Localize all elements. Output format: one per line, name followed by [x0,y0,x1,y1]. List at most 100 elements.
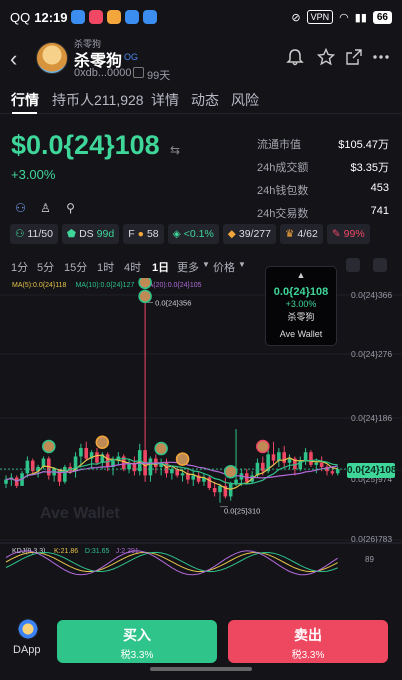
caret-up-icon[interactable]: ▲ [266,270,336,280]
tab-market[interactable]: 行情 [11,90,39,110]
holders-icon: ⚇ [15,228,25,240]
candle [14,477,19,486]
app-icon [143,10,158,24]
candle [57,469,62,482]
chip-extra: 58 [146,228,159,240]
chip-text: F [128,228,135,240]
timeframe-5m[interactable]: 5分 [37,259,54,275]
buy-label: 买入 [123,627,151,643]
candle [191,475,196,480]
timeframe-15m[interactable]: 15分 [64,259,87,275]
more-icon[interactable] [372,48,390,66]
timeframe-4h[interactable]: 4时 [124,259,141,275]
tab-holders[interactable]: 持币人211,928 [52,90,144,110]
user-icon[interactable]: ⚇ [12,200,29,217]
candle [218,485,222,493]
trophy-chip[interactable]: ♛ 4/62 [280,224,323,244]
trader-avatar-icon [138,278,152,290]
chip-text: DS [79,228,94,240]
holders-chip[interactable]: ⚇ 11/50 [10,224,58,244]
timeframe-1d[interactable]: 1日 [152,259,169,275]
candle [282,452,286,463]
chip-text: 11/50 [27,228,53,240]
swap-icon[interactable]: ⇆ [170,143,180,157]
f-chip[interactable]: F ● 58 [123,224,164,244]
tab-risk[interactable]: 风险 [231,90,259,110]
high-label: 0.0{24}356 [155,298,191,307]
chevron-left-icon[interactable]: ‹ [10,46,17,72]
ds-chip[interactable]: ⬟ DS 99d [61,224,120,244]
calendar-icon [133,67,144,78]
signal-icon: ▮▮ [354,11,367,24]
price-toggle[interactable]: 价格 [213,259,235,275]
indicator-icon[interactable] [346,258,360,272]
chip-text: 39/277 [238,228,271,240]
app-icon [71,10,86,24]
price-tooltip: ▲ 0.0{24}108 +3.00% 杀零狗 Ave Wallet [265,266,337,346]
stat-row: 24h钱包数 453 [257,182,389,205]
sell-button[interactable]: 卖出 税3.3% [228,620,388,663]
candle [303,452,308,461]
trader-avatar-icon [42,439,56,454]
star-icon[interactable] [317,48,335,66]
candle [271,454,276,461]
app-icon [125,10,140,24]
price-axis-label: 0.0{24}276 [351,349,392,359]
trophy-icon: ♛ [285,228,295,240]
buy-button[interactable]: 买入 税3.3% [57,620,217,663]
stat-label: 24h钱包数 [257,185,309,197]
low-label: 0.0{25}310 [224,507,260,516]
time-label: 12:19 [34,9,68,25]
penguin-icon[interactable]: ♙ [37,200,54,217]
bag-chip[interactable]: ◆ 39/277 [222,224,276,244]
kdj-axis-label: 89 [365,555,374,564]
settings-icon[interactable] [373,258,387,272]
tab-activity[interactable]: 动态 [191,90,219,110]
candle [30,460,35,472]
tab-details[interactable]: 详情 [151,90,179,110]
market-stats: 流通市值 $105.47万 24h成交额 $3.35万 24h钱包数 453 2… [257,136,389,228]
search-icon[interactable]: ⚲ [62,200,79,217]
timeframe-1m[interactable]: 1分 [11,259,28,275]
home-indicator [150,667,252,671]
price-axis-label: 0.0{24}186 [351,413,392,423]
candle [277,452,281,461]
token-price: $0.0{24}108 [11,130,160,160]
coin-icon: ● [137,228,144,240]
sell-label: 卖出 [294,627,322,643]
kdj-legend: K:21.86 [54,548,78,555]
candle [105,454,110,467]
bag-icon: ◆ [227,228,236,240]
layers-chip[interactable]: ◈ <0.1% [167,224,219,244]
stat-value: $105.47万 [338,139,389,151]
stat-value: 741 [370,205,389,217]
candle [261,462,265,472]
active-tab-indicator [12,112,37,114]
dev-chip[interactable]: ✎ 99% [326,224,370,244]
candle [148,458,153,476]
candle [314,462,319,465]
token-address[interactable]: 0xdb...0000 [74,67,132,79]
dapp-icon[interactable] [17,618,39,640]
chip-extra: 99d [96,228,115,240]
ma-legend: MA(5):0.0{24}118 [12,282,66,289]
stat-value: 453 [370,182,389,194]
tooltip-token: 杀零狗 [287,312,315,322]
kdj-line [5,551,338,573]
timeframe-1h[interactable]: 1时 [97,259,114,275]
candle [319,462,324,467]
chart-watermark: Ave Wallet [40,505,120,522]
candle [212,488,217,493]
mute-icon: ⊘ [291,11,301,24]
tooltip-brand: Ave Wallet [279,329,323,339]
token-header: ‹ 杀零狗 杀零狗 OG 0xdb...0000 99天 [0,36,402,84]
price-chart[interactable]: 0.0{24}3660.0{24}2760.0{24}1860.0{25}974… [0,278,402,590]
timeframe-more[interactable]: 更多 [177,259,199,275]
trader-avatar-icon [154,441,168,456]
share-icon[interactable] [345,48,363,66]
candle [330,471,335,474]
dapp-label[interactable]: DApp [13,644,41,656]
app-icon [89,10,104,24]
bell-icon[interactable] [286,48,304,66]
status-bar: QQ 12:19 ⊘ VPN ◠ ▮▮ 66 [0,0,402,34]
